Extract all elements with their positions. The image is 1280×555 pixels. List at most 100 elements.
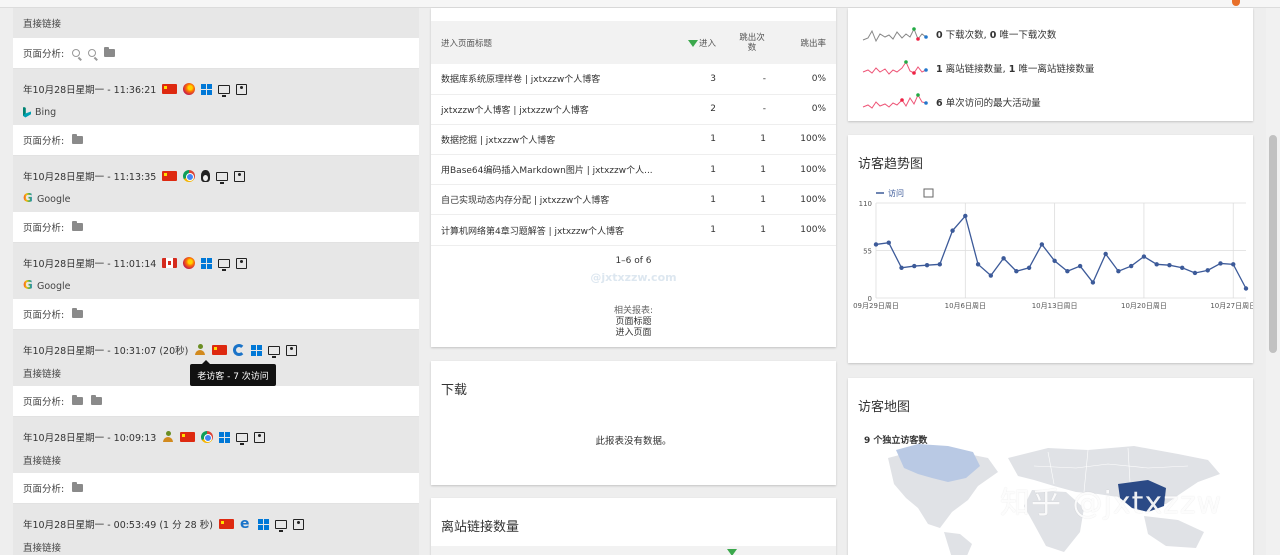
data-point[interactable] xyxy=(1180,265,1185,270)
table-row[interactable]: 用Base64编码插入Markdown图片 | jxtxzzw个人... 1 1 10… xyxy=(431,154,836,186)
data-point[interactable] xyxy=(1014,269,1019,274)
data-point[interactable] xyxy=(899,265,904,270)
browser-extension-icon[interactable] xyxy=(1232,0,1240,6)
data-point[interactable] xyxy=(1231,262,1236,267)
data-point[interactable] xyxy=(924,262,930,268)
bing-icon xyxy=(23,106,31,118)
column-header-entrances[interactable]: 进入 xyxy=(666,21,726,64)
visitor-log-entry: 直接链接 页面分析: xyxy=(13,8,419,69)
visitor-profile-icon[interactable] xyxy=(236,257,248,269)
visitor-profile-icon[interactable] xyxy=(236,83,248,95)
visitor-profile-icon[interactable] xyxy=(234,170,246,182)
chart-image-icon[interactable] xyxy=(923,188,934,198)
scrollbar-thumb[interactable] xyxy=(1269,135,1277,353)
table-row[interactable]: jxtxzzw个人博客 | jxtxzzw个人博客 2-0% xyxy=(431,94,836,125)
visit-time: 年10月28日星期一 - 00:53:49 (1 分 28 秒) xyxy=(23,520,213,531)
search-icon[interactable] xyxy=(88,49,97,57)
cell-bounces: 1 xyxy=(726,214,776,246)
data-point[interactable] xyxy=(963,213,968,219)
table-row[interactable]: 自己实现动态内存分配 | jxtxzzw个人博客 1 1 100% xyxy=(431,184,836,216)
data-point[interactable] xyxy=(1039,242,1045,247)
y-tick-label: 55 xyxy=(863,248,872,256)
empty-message: 此报表没有数据。 xyxy=(595,436,672,447)
data-point[interactable] xyxy=(937,262,942,267)
data-point[interactable] xyxy=(1167,262,1172,268)
column-header-bounce-rate[interactable]: 跳出率 xyxy=(776,21,836,64)
related-report-link[interactable]: 页面标题 xyxy=(431,317,836,328)
data-point[interactable] xyxy=(1077,263,1083,269)
data-point[interactable] xyxy=(1026,265,1032,270)
cell-bounces: - xyxy=(726,94,776,125)
legend-label[interactable]: 访问 xyxy=(888,188,904,198)
referrer[interactable]: Google xyxy=(37,281,71,292)
returning-visitor-icon[interactable] xyxy=(194,344,206,356)
data-point[interactable] xyxy=(873,242,879,247)
related-report-link[interactable]: 进入页面 xyxy=(431,328,836,339)
folder-icon[interactable] xyxy=(104,47,116,57)
data-point[interactable] xyxy=(1205,268,1210,273)
table-row[interactable]: 数据挖掘 | jxtxzzw个人博客 1 1 100% xyxy=(431,124,836,156)
windows-icon xyxy=(219,431,231,443)
data-point[interactable] xyxy=(1154,262,1159,267)
data-point[interactable] xyxy=(886,240,891,245)
sort-desc-icon[interactable] xyxy=(727,549,737,555)
cell-page-title[interactable]: jxtxzzw个人博客 | jxtxzzw个人博客 xyxy=(431,94,666,125)
data-point[interactable] xyxy=(1218,261,1223,266)
table-header-row xyxy=(431,546,836,555)
data-point[interactable] xyxy=(1065,269,1070,274)
folder-icon[interactable] xyxy=(72,395,84,405)
cell-bounces: 1 xyxy=(726,184,776,216)
cell-entrances: 1 xyxy=(666,214,726,246)
column-header-bounces[interactable]: 跳出次数 xyxy=(726,21,776,64)
data-point[interactable] xyxy=(1090,280,1096,285)
data-point[interactable] xyxy=(988,273,994,278)
sparkline-row[interactable]: 1 离站链接数量, 1 唯一离站链接数量 xyxy=(862,56,1094,80)
referrer[interactable]: Google xyxy=(37,194,71,205)
data-point[interactable] xyxy=(1116,269,1121,274)
folder-icon[interactable] xyxy=(72,308,84,318)
folder-icon[interactable] xyxy=(91,395,103,405)
data-point[interactable] xyxy=(1052,258,1057,264)
visitor-profile-icon[interactable] xyxy=(254,431,266,443)
visitor-profile-icon[interactable] xyxy=(286,344,298,356)
data-point[interactable] xyxy=(950,228,955,233)
related-reports: 相关报表: 页面标题 进入页面 xyxy=(431,306,836,339)
sparkline-row[interactable]: 6 单次访问的最大活动量 xyxy=(862,90,1041,114)
data-point[interactable] xyxy=(1243,286,1249,291)
visitor-profile-icon[interactable] xyxy=(292,518,304,530)
page-analysis-row: 页面分析: xyxy=(13,212,419,243)
folder-icon[interactable] xyxy=(72,221,84,231)
cell-bounce-rate: 100% xyxy=(776,124,836,156)
data-point[interactable] xyxy=(1128,263,1134,269)
sparkline-row[interactable]: 0 下载次数, 0 唯一下载次数 xyxy=(862,22,1056,46)
sparkline xyxy=(862,93,928,109)
cell-page-title[interactable]: 自己实现动态内存分配 | jxtxzzw个人博客 xyxy=(431,184,666,216)
visit-time: 年10月28日星期一 - 11:13:35 xyxy=(23,172,157,183)
referrer[interactable]: Bing xyxy=(35,107,56,118)
referrer: 直接链接 xyxy=(23,543,62,554)
data-point[interactable] xyxy=(1192,270,1198,276)
downloads-card: 下载 此报表没有数据。 xyxy=(431,361,836,485)
cell-entrances: 1 xyxy=(666,154,726,186)
series-line xyxy=(875,214,1247,289)
cell-page-title[interactable]: 数据库系统原理样卷 | jxtxzzw个人博客 xyxy=(431,64,666,95)
table-row[interactable]: 计算机网络第4章习题解答 | jxtxzzw个人博客 1 1 100% xyxy=(431,214,836,246)
cell-page-title[interactable]: 用Base64编码插入Markdown图片 | jxtxzzw个人... xyxy=(431,154,666,186)
search-icon[interactable] xyxy=(72,49,81,57)
china-flag-icon xyxy=(218,519,234,529)
data-point[interactable] xyxy=(1001,256,1006,261)
returning-visitor-icon[interactable] xyxy=(162,431,174,443)
folder-icon[interactable] xyxy=(72,134,84,144)
data-point[interactable] xyxy=(1141,254,1147,259)
data-point[interactable] xyxy=(912,263,917,269)
visitor-log-entry: 年10月28日星期一 - 11:36:21 Bing 页面分析: xyxy=(13,69,419,156)
page-scrollbar[interactable] xyxy=(1266,8,1280,555)
desktop-icon xyxy=(268,345,281,358)
folder-icon[interactable] xyxy=(72,482,84,492)
column-header-title[interactable]: 进入页面标题 xyxy=(431,21,666,64)
cell-page-title[interactable]: 数据挖掘 | jxtxzzw个人博客 xyxy=(431,124,666,156)
table-row[interactable]: 数据库系统原理样卷 | jxtxzzw个人博客 3-0% xyxy=(431,64,836,95)
data-point[interactable] xyxy=(975,262,981,267)
data-point[interactable] xyxy=(1103,251,1108,257)
cell-page-title[interactable]: 计算机网络第4章习题解答 | jxtxzzw个人博客 xyxy=(431,214,666,246)
